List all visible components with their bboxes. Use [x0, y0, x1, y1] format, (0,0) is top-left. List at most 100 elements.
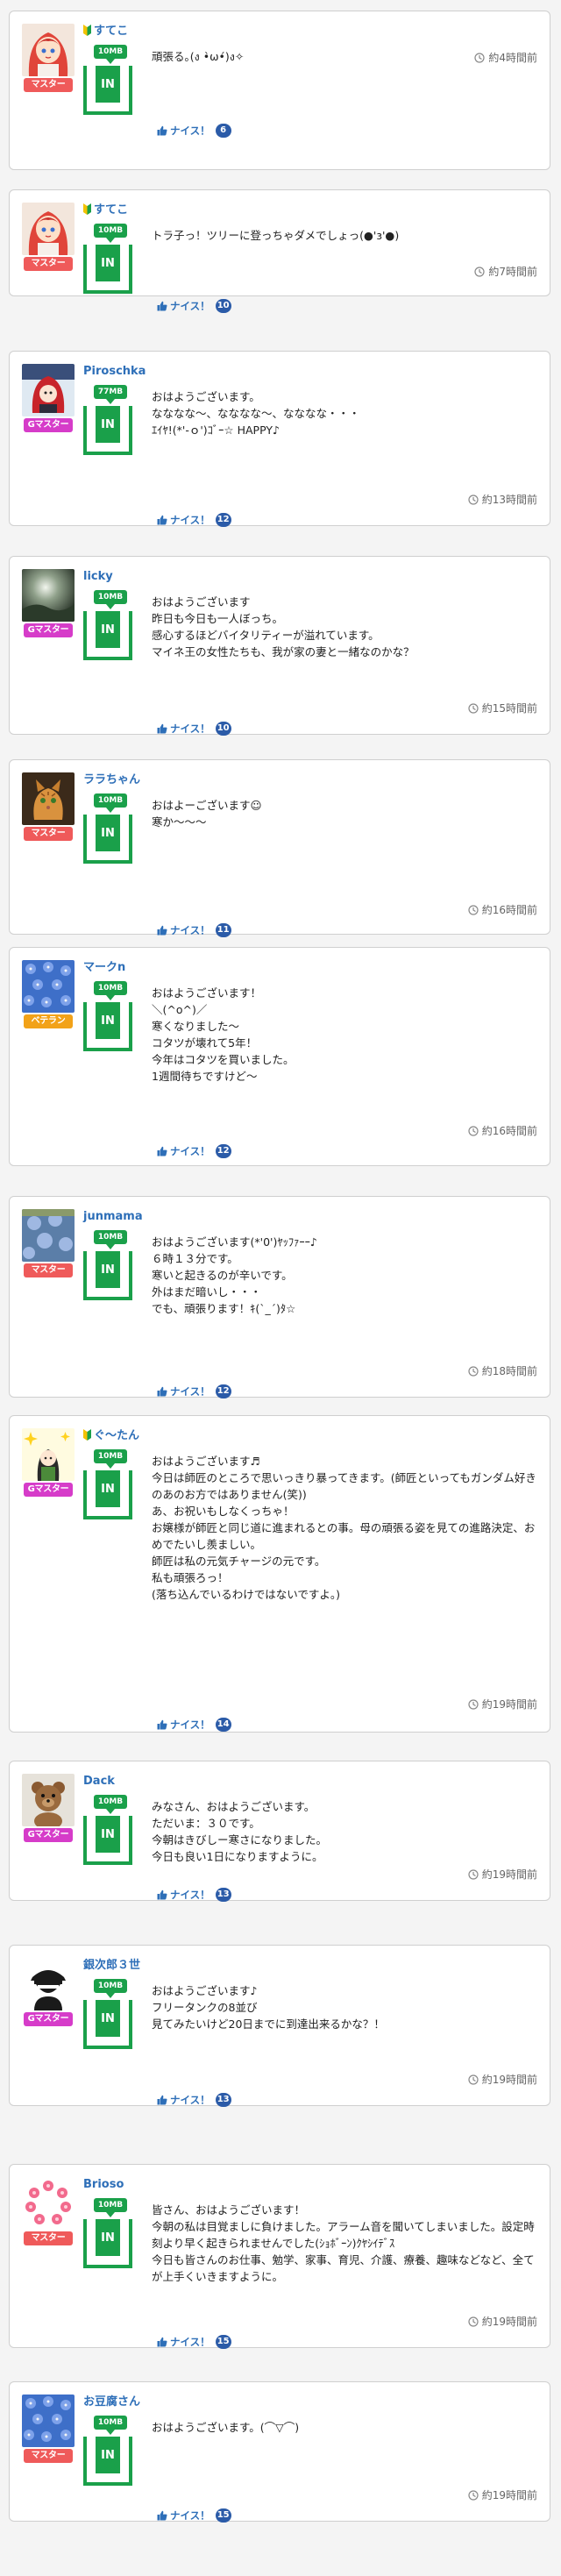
nice-button[interactable]: ナイス！ 12 — [157, 1144, 231, 1158]
user-avatar[interactable] — [22, 569, 75, 622]
inbox-label: IN — [96, 1470, 120, 1507]
rank-badge: Gマスター — [24, 1828, 73, 1842]
storage-arrow-icon — [106, 2430, 115, 2435]
time-text: 約18時間前 — [481, 1365, 537, 1377]
post-card: Gマスター Dack 10MB IN みなさん、おはようございます。 ただいま：… — [9, 1761, 550, 1902]
user-avatar[interactable] — [22, 1209, 75, 1262]
inbox-icon: IN — [83, 815, 132, 864]
username-link[interactable]: Piroschka — [83, 364, 146, 380]
storage-arrow-icon — [106, 238, 115, 243]
post-time[interactable]: 約19時間前 — [468, 2072, 537, 2087]
post-message: おはよーございます☺ 寒か～～～ — [152, 799, 262, 829]
nice-count: 11 — [215, 923, 231, 937]
user-avatar[interactable] — [22, 2395, 75, 2447]
nice-button[interactable]: ナイス！ 13 — [157, 1888, 231, 1902]
storage-arrow-icon — [106, 2212, 115, 2217]
post-card: マスター お豆腐さん 10MB IN おはようございます。(⌒▽⌒) 約19時間… — [9, 2381, 550, 2523]
thumbs-up-icon — [157, 925, 167, 936]
username-text: Piroschka — [83, 365, 146, 378]
nice-button[interactable]: ナイス！ 10 — [157, 722, 231, 736]
rank-badge: Gマスター — [24, 623, 73, 637]
username-link[interactable]: Brioso — [83, 2177, 124, 2193]
user-avatar[interactable] — [22, 24, 75, 76]
nice-count: 15 — [215, 2335, 231, 2349]
username-text: Dack — [83, 1775, 115, 1788]
post-time[interactable]: 約4時間前 — [474, 50, 537, 65]
user-avatar[interactable] — [22, 364, 75, 416]
post-time[interactable]: 約16時間前 — [468, 902, 537, 917]
clock-icon — [468, 2489, 479, 2501]
inbox-label: IN — [96, 2219, 120, 2256]
post-time[interactable]: 約7時間前 — [474, 264, 537, 279]
username-text: マークn — [83, 961, 126, 974]
nice-button[interactable]: ナイス！ 12 — [157, 513, 231, 527]
username-link[interactable]: ララちゃん — [83, 772, 140, 788]
post-time[interactable]: 約19時間前 — [468, 1697, 537, 1711]
thumbs-up-icon — [157, 301, 167, 311]
username-link[interactable]: すてこ — [83, 24, 128, 39]
username-link[interactable]: ぐ～たん — [83, 1428, 139, 1444]
post-message: おはようございます。(⌒▽⌒) — [152, 2421, 300, 2434]
user-avatar[interactable] — [22, 1958, 75, 2010]
nice-label: ナイス！ — [170, 2336, 210, 2348]
post-time[interactable]: 約19時間前 — [468, 2487, 537, 2502]
nice-count: 15 — [215, 2508, 231, 2523]
post-time[interactable]: 約19時間前 — [468, 1867, 537, 1882]
time-text: 約19時間前 — [481, 1868, 537, 1881]
user-avatar[interactable] — [22, 2177, 75, 2230]
username-link[interactable]: junmama — [83, 1209, 143, 1225]
inbox-label: IN — [96, 815, 120, 851]
user-avatar[interactable] — [22, 203, 75, 255]
username-text: junmama — [83, 1210, 143, 1223]
post-message: みなさん、おはようございます。 ただいま：３０です。 今朝はきびしー寒さになりま… — [152, 1800, 328, 1863]
post-message: トラ子っ！ツリーに登っちゃダメでしょっ(●'з'●) — [152, 229, 400, 242]
post-message: おはようございます！ ＼(^o^)／ 寒くなりました～ コタツが壊れて5年！ 今… — [152, 986, 295, 1083]
nice-button[interactable]: ナイス！ 14 — [157, 1718, 231, 1732]
post-card: Gマスター licky 10MB IN おはようございます 昨日も今日も一人ぼっ… — [9, 556, 550, 736]
storage-arrow-icon — [106, 1244, 115, 1249]
username-link[interactable]: お豆腐さん — [83, 2395, 140, 2410]
post-card: Gマスター ぐ～たん 10MB IN おはようございます♬ 今日は師匠のところで… — [9, 1415, 550, 1733]
username-link[interactable]: Dack — [83, 1774, 115, 1790]
storage-badge: 10MB — [94, 45, 127, 59]
storage-arrow-icon — [106, 59, 115, 64]
thumbs-up-icon — [157, 515, 167, 525]
post-card: ベテラン マークn 10MB IN おはようございます！ ＼(^o^)／ 寒くな… — [9, 947, 550, 1166]
clock-icon — [468, 1365, 479, 1377]
inbox-icon: IN — [83, 406, 132, 455]
nice-button[interactable]: ナイス！ 6 — [157, 124, 231, 138]
nice-button[interactable]: ナイス！ 15 — [157, 2508, 231, 2523]
rank-badge: マスター — [24, 257, 73, 271]
nice-label: ナイス！ — [170, 1145, 210, 1157]
username-text: 銀次郎３世 — [83, 1959, 141, 1972]
time-text: 約13時間前 — [481, 494, 537, 506]
post-time[interactable]: 約13時間前 — [468, 492, 537, 507]
inbox-label: IN — [96, 2437, 120, 2473]
nice-count: 10 — [215, 299, 231, 313]
username-text: すてこ — [94, 203, 129, 217]
user-avatar[interactable] — [22, 960, 75, 1013]
user-avatar[interactable] — [22, 1774, 75, 1826]
post-card: マスター Brioso 10MB IN 皆さん、おはようございます！ 今朝の私は… — [9, 2164, 550, 2349]
storage-badge: 10MB — [94, 793, 127, 808]
nice-button[interactable]: ナイス！ 13 — [157, 2093, 231, 2107]
nice-button[interactable]: ナイス！ 15 — [157, 2335, 231, 2349]
username-link[interactable]: 銀次郎３世 — [83, 1958, 140, 1974]
user-avatar[interactable] — [22, 772, 75, 825]
nice-button[interactable]: ナイス！ 12 — [157, 1384, 231, 1398]
username-text: Brioso — [83, 2178, 124, 2191]
username-link[interactable]: マークn — [83, 960, 125, 976]
user-avatar[interactable] — [22, 1428, 75, 1481]
post-time[interactable]: 約16時間前 — [468, 1123, 537, 1138]
nice-button[interactable]: ナイス！ 10 — [157, 299, 231, 313]
post-time[interactable]: 約19時間前 — [468, 2314, 537, 2329]
post-time[interactable]: 約18時間前 — [468, 1363, 537, 1378]
nice-button[interactable]: ナイス！ 11 — [157, 923, 231, 937]
username-link[interactable]: すてこ — [83, 203, 128, 218]
post-time[interactable]: 約15時間前 — [468, 701, 537, 715]
nice-label: ナイス！ — [170, 2509, 210, 2522]
clock-icon — [474, 266, 485, 277]
nice-count: 12 — [215, 513, 231, 527]
username-text: すてこ — [94, 25, 129, 38]
username-link[interactable]: licky — [83, 569, 113, 585]
